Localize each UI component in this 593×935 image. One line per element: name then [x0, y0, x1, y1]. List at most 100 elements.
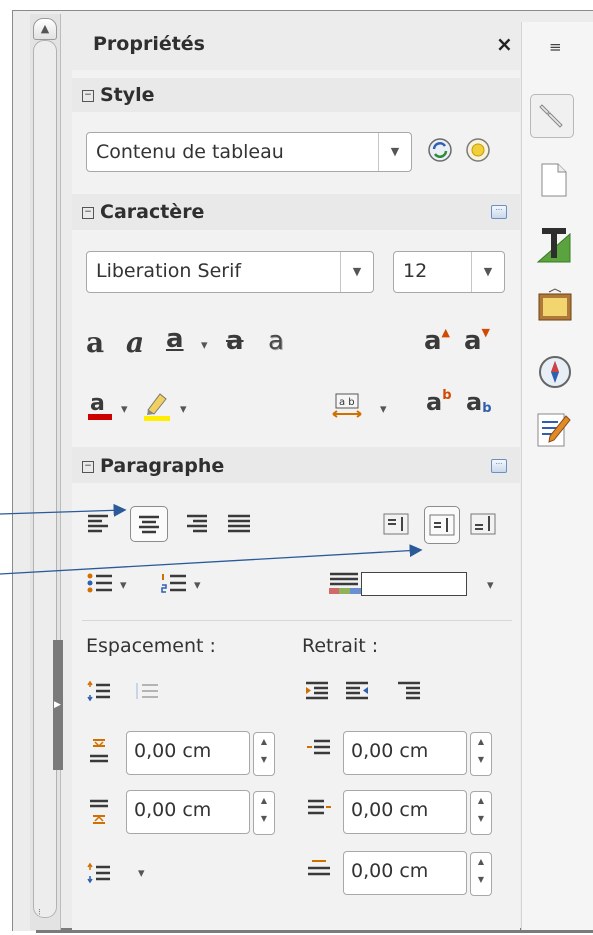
font-color-icon[interactable]: a	[86, 388, 114, 426]
scroll-track[interactable]	[33, 40, 57, 918]
before-indent-spinner[interactable]: 0,00 cm ▲ ▼	[343, 731, 492, 776]
increase-font-size-icon[interactable]: a▲	[424, 326, 450, 356]
increase-indent-icon[interactable]	[304, 680, 330, 706]
page-icon	[541, 163, 567, 197]
spin-updown-icon[interactable]: ▲ ▼	[253, 791, 275, 835]
decrease-paragraph-spacing-icon[interactable]	[134, 680, 160, 706]
superscript-icon[interactable]: ab	[426, 388, 452, 416]
gallery-icon	[538, 288, 572, 321]
strikethrough-icon[interactable]: a	[226, 326, 244, 356]
hanging-indent-icon[interactable]	[396, 680, 422, 706]
paragraph-section-title[interactable]: − Paragraphe	[82, 455, 224, 477]
spin-updown-icon[interactable]: ▲ ▼	[470, 852, 492, 896]
character-spacing-dropdown-icon[interactable]: ▾	[380, 402, 387, 417]
manage-changes-tab[interactable]	[536, 410, 572, 447]
above-spacing-icon	[88, 738, 110, 770]
subscript-icon[interactable]: ab	[466, 388, 492, 416]
font-size-combo[interactable]: 12 ▼	[393, 251, 505, 293]
update-style-icon[interactable]	[427, 137, 453, 167]
svg-text:a: a	[90, 391, 105, 416]
after-indent-spinner[interactable]: 0,00 cm ▲ ▼	[343, 790, 492, 835]
indent-label: Retrait :	[302, 635, 379, 657]
dropdown-icon[interactable]: ▼	[471, 252, 504, 292]
properties-tab[interactable]	[530, 94, 574, 138]
numbered-list-dropdown-icon[interactable]: ▾	[194, 578, 201, 593]
numbered-list-icon[interactable]	[160, 572, 188, 598]
italic-icon[interactable]: a	[126, 326, 144, 359]
highlight-color-icon[interactable]	[142, 388, 172, 426]
after-indent-value: 0,00 cm	[351, 799, 429, 821]
align-right-icon[interactable]	[183, 512, 209, 538]
panel-title: Propriétés	[93, 33, 205, 55]
shadow-icon[interactable]: a	[268, 326, 284, 356]
scroll-up-icon[interactable]: ▲	[33, 18, 57, 40]
splitter-arrow-icon: ▶	[54, 700, 61, 710]
before-indent-icon	[306, 738, 332, 766]
character-spacing-icon[interactable]: a b	[330, 390, 364, 424]
first-line-indent-spinner[interactable]: 0,00 cm ▲ ▼	[343, 851, 492, 896]
first-line-indent-value: 0,00 cm	[351, 860, 429, 882]
close-panel-button[interactable]: ×	[496, 32, 513, 56]
styles-icon	[536, 228, 571, 263]
justify-icon[interactable]	[226, 512, 252, 538]
highlight-dropdown-icon[interactable]: ▾	[180, 402, 187, 417]
after-indent-icon	[306, 798, 332, 826]
bullet-list-dropdown-icon[interactable]: ▾	[120, 578, 127, 593]
sidebar-menu-icon[interactable]: ≡	[549, 38, 562, 56]
sidebar-tab-bar	[521, 22, 593, 930]
align-bottom-icon[interactable]	[470, 512, 496, 540]
spin-updown-icon[interactable]: ▲ ▼	[470, 732, 492, 776]
align-middle-button[interactable]	[424, 506, 460, 544]
navigator-icon	[539, 356, 571, 388]
dropdown-icon[interactable]: ▼	[378, 133, 411, 171]
separator	[82, 620, 512, 621]
below-spacing-icon	[88, 798, 110, 830]
collapse-icon: −	[82, 89, 94, 102]
paragraph-style-combo[interactable]: Contenu de tableau ▼	[86, 132, 412, 172]
above-spacing-spinner[interactable]: 0,00 cm ▲ ▼	[126, 731, 275, 776]
paragraph-style-value: Contenu de tableau	[96, 141, 284, 163]
paragraph-more-options-icon[interactable]: ···	[491, 459, 507, 473]
character-section-title[interactable]: − Caractère	[82, 201, 204, 223]
align-left-icon[interactable]	[86, 512, 112, 538]
wrench-icon	[539, 104, 563, 128]
underline-icon[interactable]: a	[166, 324, 184, 354]
new-style-icon[interactable]	[465, 137, 491, 167]
below-spacing-value: 0,00 cm	[134, 799, 212, 821]
before-indent-value: 0,00 cm	[351, 740, 429, 762]
paragraph-background-color-swatch[interactable]	[361, 572, 467, 596]
spacing-label: Espacement :	[86, 635, 216, 657]
dropdown-icon[interactable]: ▼	[340, 252, 373, 292]
styles-tab[interactable]	[536, 224, 572, 263]
bold-icon[interactable]: a	[86, 326, 104, 359]
collapse-icon: −	[82, 460, 94, 473]
font-color-dropdown-icon[interactable]: ▾	[121, 402, 128, 417]
below-spacing-spinner[interactable]: 0,00 cm ▲ ▼	[126, 790, 275, 835]
above-spacing-value: 0,00 cm	[134, 740, 212, 762]
character-more-options-icon[interactable]: ···	[491, 205, 507, 219]
align-center-icon	[139, 515, 159, 534]
font-name-combo[interactable]: Liberation Serif ▼	[86, 251, 374, 293]
edit-document-icon	[537, 413, 571, 447]
decrease-indent-icon[interactable]	[344, 680, 370, 706]
align-top-icon[interactable]	[383, 512, 409, 540]
collapse-icon: −	[82, 206, 94, 219]
increase-paragraph-spacing-icon[interactable]	[86, 680, 112, 706]
decrease-font-size-icon[interactable]: a▼	[464, 326, 490, 356]
underline-dropdown-icon[interactable]: ▾	[201, 338, 208, 353]
spin-updown-icon[interactable]: ▲ ▼	[253, 732, 275, 776]
navigator-tab[interactable]	[538, 355, 574, 391]
align-center-button[interactable]	[130, 506, 168, 542]
paragraph-background-dropdown-icon[interactable]: ▾	[487, 578, 494, 593]
line-spacing-icon[interactable]	[86, 862, 112, 888]
first-line-indent-icon	[306, 858, 332, 886]
paragraph-background-icon[interactable]	[328, 570, 362, 600]
style-section-title[interactable]: − Style	[82, 84, 155, 106]
gallery-tab[interactable]	[537, 288, 573, 324]
bullet-list-icon[interactable]	[86, 572, 114, 598]
grip-icon: ⁝	[38, 908, 41, 918]
page-tab[interactable]	[538, 162, 574, 198]
line-spacing-dropdown-icon[interactable]: ▾	[138, 866, 145, 881]
font-name-value: Liberation Serif	[96, 260, 242, 282]
spin-updown-icon[interactable]: ▲ ▼	[470, 791, 492, 835]
